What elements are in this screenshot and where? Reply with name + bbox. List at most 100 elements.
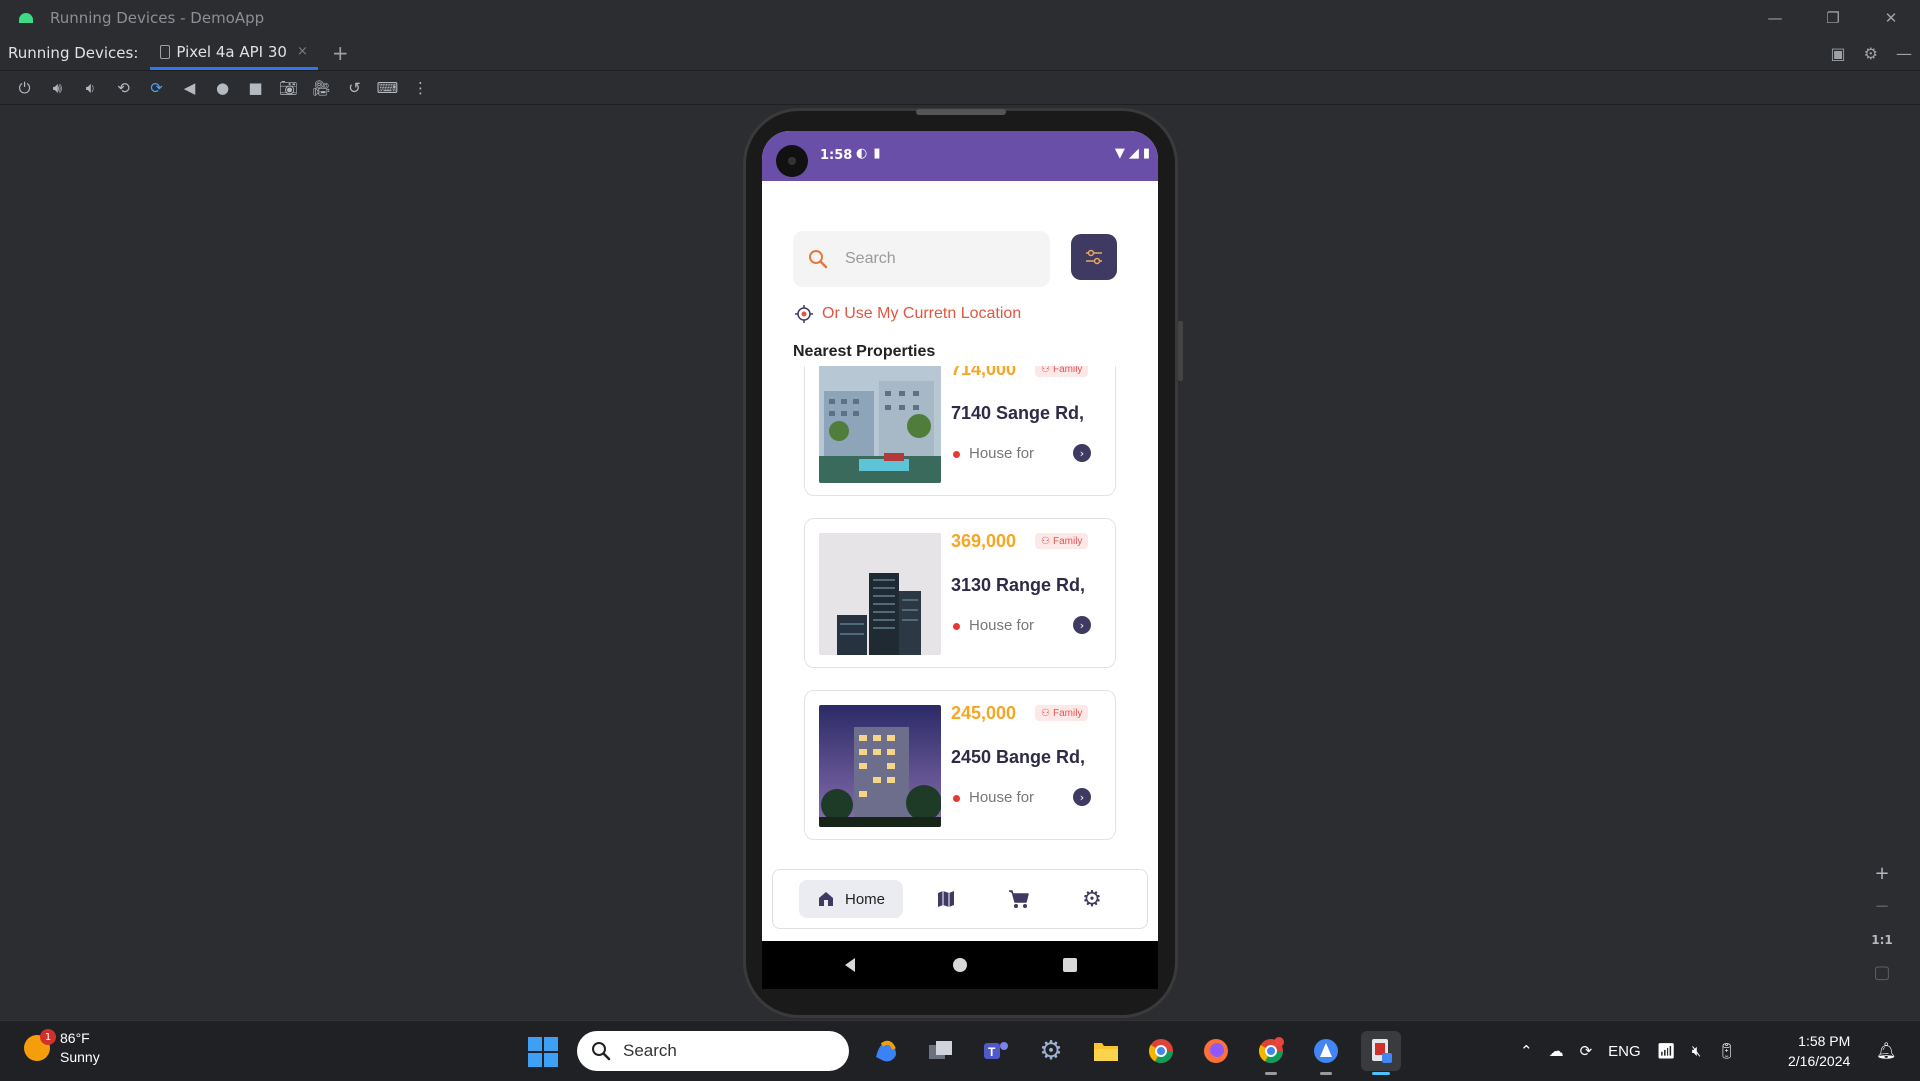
status-bar: 1:58 ◐ ▮ ▼ ◢ ▮ [762,131,1158,181]
minimize-button[interactable]: — [1746,0,1804,36]
badge-label: Family [1052,707,1083,719]
map-icon [938,891,954,907]
sync-icon[interactable]: ⟳ [1580,1042,1593,1060]
taskbar-search[interactable]: Search [577,1031,849,1071]
onedrive-icon[interactable]: ☁ [1549,1042,1564,1060]
badge-label: Family [1052,366,1083,375]
tab-pixel-4a[interactable]: Pixel 4a API 30 × [150,36,318,70]
layout-icon[interactable]: ▣ [1831,44,1846,63]
reset-icon[interactable]: ↺ [338,71,371,105]
start-button[interactable] [528,1037,558,1067]
android-recents-button[interactable] [1015,958,1125,972]
add-device-button[interactable]: + [332,41,349,65]
gear-icon[interactable]: ⚙ [1864,44,1878,63]
chevron-up-icon[interactable]: ⌃ [1520,1042,1533,1060]
battery-icon[interactable]: 🔋︎ [1717,1042,1736,1060]
nav-home-label: Home [844,890,885,908]
property-card[interactable]: 245,000 ⚇ Family 2450 Bange Rd, House for… [804,690,1116,840]
chrome-profile-icon[interactable] [1251,1031,1291,1075]
property-card[interactable]: 714,000 ⚇ Family 7140 Sange Rd, House for… [804,366,1116,496]
rotate-left-icon[interactable]: ⟲ [107,71,140,105]
more-icon[interactable]: ⋮ [404,71,437,105]
property-card[interactable]: 369,000 ⚇ Family 3130 Range Rd, House for… [804,518,1116,668]
zoom-in-button[interactable]: + [1867,860,1897,887]
camera-icon[interactable]: 📷︎ [272,71,305,105]
property-list[interactable]: 714,000 ⚇ Family 7140 Sange Rd, House for… [762,366,1158,861]
firefox-icon[interactable] [1196,1031,1236,1071]
location-target-icon [795,305,813,323]
running-devices-label: Running Devices: [8,44,139,62]
side-button [1178,321,1183,381]
status-notifications: ◐ ▮ [856,146,881,161]
system-clock[interactable]: 1:58 PM 2/16/2024 [1788,1031,1850,1071]
power-icon[interactable]: ⏻ [8,71,41,105]
speaker-slot [916,109,1006,115]
volume-muted-icon[interactable]: 🔇︎ [1692,1043,1701,1060]
search-input[interactable] [843,249,1027,269]
home-icon[interactable]: ● [206,71,239,105]
language-indicator[interactable]: ENG [1608,1043,1641,1060]
volume-up-icon[interactable]: 🔊︎ [41,71,74,105]
restore-button[interactable]: ❐ [1804,0,1862,36]
gear-icon: ⚙ [1082,886,1102,912]
device-icon [160,44,171,59]
chevron-right-icon[interactable]: › [1073,444,1091,462]
hide-panel-icon[interactable]: — [1896,44,1912,63]
chevron-right-icon[interactable]: › [1073,788,1091,806]
actual-size-button[interactable]: 1:1 [1867,926,1897,953]
data-saver-icon: ◐ [856,146,868,161]
overview-icon[interactable]: ■ [239,71,272,105]
svg-text:T: T [988,1045,996,1059]
taskbar-search-label: Search [623,1041,677,1060]
task-view-icon[interactable] [921,1031,961,1071]
settings-app-icon[interactable]: ⚙ [1031,1031,1071,1071]
windows-taskbar: 1 86°F Sunny Search T ⚙ ⌃ ☁ ⟳ ENG 📶︎ 🔇︎ … [0,1020,1920,1081]
nav-cart-button[interactable] [1004,884,1034,914]
device-toolbar: ⏻ 🔊︎ 🔉︎ ⟲ ⟳ ◀ ● ■ 📷︎ 🎥︎ ↺ ⌨ ⋮ [0,71,1920,105]
teams-icon[interactable]: T [976,1031,1016,1071]
wifi-icon[interactable]: 📶︎ [1657,1042,1676,1060]
taskbar-apps: T ⚙ [866,1031,1401,1075]
sun-icon: 1 [24,1029,56,1061]
chevron-right-icon[interactable]: › [1073,616,1091,634]
clock-time: 1:58 PM [1798,1033,1851,1049]
android-navigation-bar [762,941,1158,989]
android-back-button[interactable] [795,957,905,973]
filter-icon [1086,249,1102,265]
nav-settings-button[interactable]: ⚙ [1077,884,1107,914]
weather-badge: 1 [40,1029,56,1045]
sd-card-icon: ▮ [873,146,881,161]
nav-map-button[interactable] [931,884,961,914]
property-price: 245,000 [951,703,1017,723]
tab-close-icon[interactable]: × [297,44,308,59]
back-icon[interactable]: ◀ [173,71,206,105]
emulator-app-icon[interactable] [1361,1031,1401,1075]
filter-button[interactable] [1071,234,1117,280]
property-address: 2450 Bange Rd, [951,747,1086,767]
android-home-button[interactable] [905,957,1015,973]
window-controls: — ❐ ✕ [1746,0,1920,36]
phone-screen: 1:58 ◐ ▮ ▼ ◢ ▮ Or Use My Curretn Locatio… [762,131,1158,941]
zoom-out-button[interactable]: − [1867,893,1897,920]
record-icon[interactable]: 🎥︎ [305,71,338,105]
family-badge: ⚇ Family [1035,705,1089,721]
rotate-right-icon[interactable]: ⟳ [140,71,173,105]
chrome-icon[interactable] [1141,1031,1181,1071]
android-studio-app-icon[interactable] [1306,1031,1346,1075]
window-title: Running Devices - DemoApp [50,9,265,27]
nav-home-button[interactable]: Home [799,880,903,918]
running-devices-tabbar: Running Devices: Pixel 4a API 30 × + ▣ ⚙… [0,36,1920,71]
home-icon [818,892,833,906]
volume-down-icon[interactable]: 🔉︎ [74,71,107,105]
search-bar[interactable] [793,231,1050,287]
copilot-icon[interactable] [866,1031,906,1071]
use-current-location-link[interactable]: Or Use My Curretn Location [794,304,1021,324]
notification-bell-icon[interactable]: 🔔︎ [1876,1041,1896,1060]
clock-date: 2/16/2024 [1788,1053,1851,1069]
weather-widget[interactable]: 1 86°F Sunny [24,1029,100,1067]
keyboard-icon[interactable]: ⌨ [371,71,404,105]
fit-screen-icon[interactable]: ▢ [1867,959,1897,986]
file-explorer-icon[interactable] [1086,1031,1126,1071]
property-image [819,705,941,827]
close-button[interactable]: ✕ [1862,0,1920,36]
